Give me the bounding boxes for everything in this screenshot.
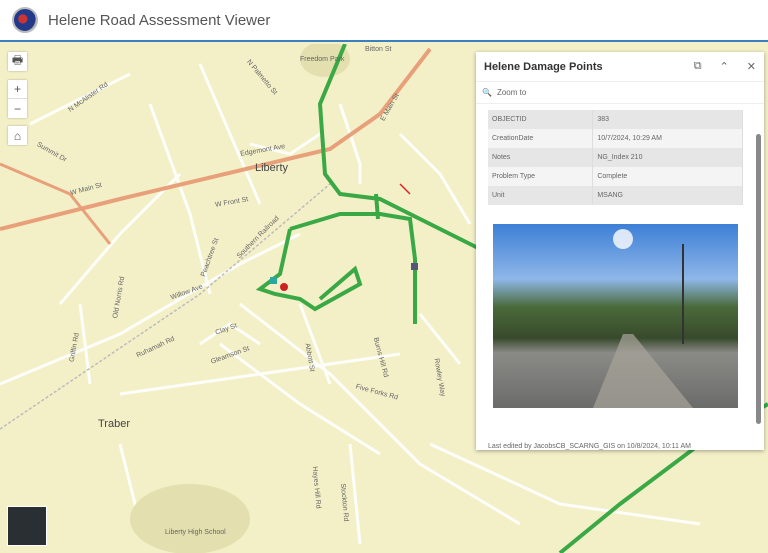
zoom-out-button[interactable]: −: [8, 99, 27, 118]
school-label: Liberty High School: [165, 529, 226, 536]
app-header: Helene Road Assessment Viewer: [0, 0, 768, 42]
table-row: OBJECTID 383: [488, 110, 743, 129]
damage-photo[interactable]: [493, 224, 738, 408]
table-row: CreationDate 10/7/2024, 10:29 AM: [488, 129, 743, 148]
town-label-liberty: Liberty: [255, 162, 289, 174]
zoom-to-label: Zoom to: [496, 88, 527, 97]
field-label: OBJECTID: [488, 110, 594, 129]
collapse-icon[interactable]: ⌃: [720, 60, 729, 73]
zoom-widget: + −: [8, 80, 27, 118]
field-label: Notes: [488, 148, 594, 167]
attribute-table: OBJECTID 383 CreationDate 10/7/2024, 10:29…: [488, 110, 743, 205]
field-value: NG_Index 210: [592, 148, 743, 167]
popup-scrollbar[interactable]: [756, 128, 761, 438]
field-label: Unit: [488, 186, 594, 205]
park-label: Freedom Park: [300, 56, 345, 63]
field-value: 383: [592, 110, 743, 129]
dock-icon[interactable]: ⧉: [694, 60, 702, 73]
home-widget[interactable]: ⌂: [8, 126, 27, 145]
close-icon[interactable]: ✕: [747, 60, 756, 73]
town-label-traber: Traber: [98, 418, 130, 430]
print-widget[interactable]: 🖶: [8, 52, 27, 71]
damage-point-marker: [270, 277, 277, 284]
table-row: Notes NG_Index 210: [488, 148, 743, 167]
zoom-to-action[interactable]: 🔍 Zoom to: [476, 82, 764, 104]
field-value: MSANG: [592, 186, 743, 205]
home-icon[interactable]: ⌂: [8, 126, 27, 145]
selected-damage-point: [280, 283, 288, 291]
zoom-in-button[interactable]: +: [8, 80, 27, 99]
table-row: Problem Type Complete: [488, 167, 743, 186]
table-row: Unit MSANG: [488, 186, 743, 205]
field-label: Problem Type: [488, 167, 594, 186]
field-value: 10/7/2024, 10:29 AM: [592, 129, 743, 148]
zoom-to-icon: 🔍: [482, 88, 492, 97]
feature-popup: Helene Damage Points ⧉ ⌃ ✕ 🔍 Zoom to OBJ…: [476, 52, 764, 450]
last-edited-info: Last edited by JacobsCB_SCARNG_GIS on 10…: [488, 443, 691, 450]
print-icon[interactable]: 🖶: [8, 52, 27, 71]
app-title: Helene Road Assessment Viewer: [48, 11, 271, 29]
overview-map[interactable]: [7, 506, 47, 546]
field-value: Complete: [592, 167, 743, 186]
agency-logo: [12, 7, 38, 33]
popup-title: Helene Damage Points: [484, 60, 603, 73]
street-label: Bitton St: [365, 46, 392, 53]
field-label: CreationDate: [488, 129, 594, 148]
